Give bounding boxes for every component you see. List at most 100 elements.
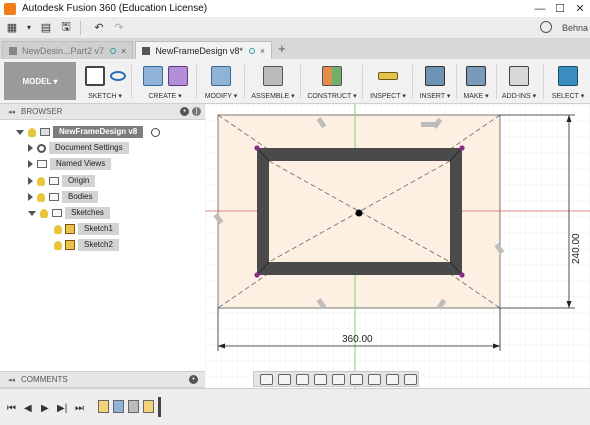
create-group[interactable]: CREATE ▾ bbox=[140, 59, 190, 104]
browser-header[interactable]: ◂◂ BROWSER • | bbox=[0, 104, 205, 120]
expand-icon[interactable] bbox=[28, 210, 36, 216]
assemble-group[interactable]: ASSEMBLE ▾ bbox=[250, 59, 296, 104]
user-name[interactable]: Behna bbox=[562, 17, 590, 39]
visibility-bulb-icon[interactable] bbox=[54, 224, 62, 234]
expand-icon[interactable] bbox=[28, 144, 33, 152]
modify-group[interactable]: MODIFY ▾ bbox=[203, 59, 239, 104]
grid-menu-dropdown-icon[interactable]: ▾ bbox=[24, 19, 34, 37]
insert-image-icon[interactable] bbox=[425, 66, 445, 86]
timeline-sketch-icon[interactable] bbox=[98, 400, 109, 413]
create-sketch-icon[interactable] bbox=[84, 66, 105, 86]
step-back-icon[interactable]: ◀ bbox=[24, 403, 32, 414]
tree-item-origin[interactable]: Origin bbox=[28, 174, 96, 188]
tree-item-bodies[interactable]: Bodies bbox=[28, 190, 99, 204]
close-tab-icon[interactable]: × bbox=[260, 46, 265, 56]
dimension-height-label[interactable]: 240.00 bbox=[571, 233, 582, 264]
folder-icon bbox=[37, 160, 47, 168]
grid-settings-icon[interactable] bbox=[386, 373, 399, 385]
add-ins-group[interactable]: ADD-INS ▾ bbox=[500, 59, 538, 104]
close-icon[interactable]: ✕ bbox=[570, 0, 590, 17]
3d-print-icon[interactable] bbox=[466, 66, 486, 86]
quick-access-toolbar: ▦ ▾ ▤ 🖫 ↶ ↷ Behna bbox=[0, 17, 590, 39]
file-menu-icon[interactable]: ▤ bbox=[38, 19, 54, 37]
pin-icon[interactable]: | bbox=[192, 107, 201, 116]
redo-icon[interactable]: ↷ bbox=[111, 19, 127, 37]
pan-icon[interactable] bbox=[296, 373, 309, 385]
zoom-icon[interactable] bbox=[314, 373, 327, 385]
visibility-bulb-icon[interactable] bbox=[40, 208, 48, 218]
go-to-end-icon[interactable]: ⏭ bbox=[75, 403, 84, 414]
scripts-icon[interactable] bbox=[509, 66, 529, 86]
step-forward-icon[interactable]: ▶| bbox=[57, 403, 67, 414]
expand-icon[interactable] bbox=[16, 129, 24, 135]
make-group[interactable]: MAKE ▾ bbox=[460, 59, 492, 104]
go-to-start-icon[interactable]: ⏮ bbox=[7, 403, 16, 414]
canvas-drawing[interactable]: 360.00 240.00 bbox=[205, 104, 590, 388]
maximize-icon[interactable]: ☐ bbox=[550, 0, 570, 17]
grid-menu-icon[interactable]: ▦ bbox=[4, 19, 20, 37]
timeline-marker[interactable] bbox=[158, 397, 161, 417]
origin-point[interactable] bbox=[355, 209, 363, 217]
fit-icon[interactable] bbox=[332, 373, 345, 385]
comments-menu-icon[interactable]: • bbox=[189, 375, 198, 384]
zoom-window-icon[interactable] bbox=[350, 373, 363, 385]
comments-panel-header[interactable]: ◂◂ COMMENTS • bbox=[0, 371, 205, 388]
tree-root[interactable]: NewFrameDesign v8 bbox=[16, 125, 161, 139]
tree-item-named-views[interactable]: Named Views bbox=[28, 157, 112, 171]
workspace-switcher[interactable]: MODEL ▾ bbox=[4, 62, 76, 100]
job-status-icon[interactable] bbox=[540, 21, 552, 33]
timeline-extrude-icon[interactable] bbox=[113, 400, 124, 413]
joint-icon[interactable] bbox=[263, 66, 283, 86]
tree-item-sketch2[interactable]: Sketch2 bbox=[50, 238, 119, 252]
expand-icon[interactable] bbox=[28, 160, 33, 168]
tree-item-document-settings[interactable]: Document Settings bbox=[28, 141, 129, 155]
sketch-point[interactable] bbox=[254, 145, 260, 151]
tab-document-2[interactable]: NewFrameDesign v8* × bbox=[135, 41, 273, 59]
dimension-width-label[interactable]: 360.00 bbox=[342, 334, 373, 345]
undo-icon[interactable]: ↶ bbox=[91, 19, 107, 37]
inspect-group[interactable]: INSPECT ▾ bbox=[368, 59, 408, 104]
visibility-bulb-icon[interactable] bbox=[37, 192, 45, 202]
collapse-icon[interactable]: ◂◂ bbox=[8, 376, 15, 384]
browser-menu-icon[interactable]: • bbox=[180, 107, 189, 116]
design-canvas[interactable]: 360.00 240.00 bbox=[205, 104, 590, 388]
activate-radio-icon[interactable] bbox=[151, 127, 161, 137]
visibility-bulb-icon[interactable] bbox=[37, 176, 45, 186]
select-cursor-icon[interactable] bbox=[558, 66, 578, 86]
measure-icon[interactable] bbox=[378, 72, 398, 80]
new-tab-icon[interactable]: + bbox=[278, 41, 286, 59]
orbit-icon[interactable] bbox=[260, 373, 273, 385]
tree-item-sketch1[interactable]: Sketch1 bbox=[50, 222, 119, 236]
expand-icon[interactable] bbox=[28, 193, 33, 201]
select-group[interactable]: SELECT ▾ bbox=[549, 59, 587, 104]
visibility-bulb-icon[interactable] bbox=[54, 240, 62, 250]
timeline-feature-icon[interactable] bbox=[128, 400, 139, 413]
save-icon[interactable]: 🖫 bbox=[58, 19, 74, 37]
tree-item-sketches[interactable]: Sketches bbox=[28, 206, 110, 220]
separator bbox=[362, 65, 363, 99]
offset-plane-icon[interactable] bbox=[322, 66, 342, 86]
display-settings-icon[interactable] bbox=[368, 373, 381, 385]
viewports-icon[interactable] bbox=[404, 373, 417, 385]
timeline-sketch-icon[interactable] bbox=[143, 400, 154, 413]
document-icon bbox=[9, 46, 17, 55]
tab-document-1[interactable]: NewDesin...Part2 v7 × bbox=[2, 41, 134, 59]
visibility-bulb-icon[interactable] bbox=[28, 127, 36, 137]
minimize-icon[interactable]: — bbox=[530, 0, 550, 17]
insert-group[interactable]: INSERT ▾ bbox=[417, 59, 453, 104]
sketch-point[interactable] bbox=[459, 272, 465, 278]
construct-group[interactable]: CONSTRUCT ▾ bbox=[306, 59, 358, 104]
extrude-icon[interactable] bbox=[142, 66, 163, 86]
press-pull-icon[interactable] bbox=[211, 66, 231, 86]
collapse-icon[interactable]: ◂◂ bbox=[8, 108, 15, 116]
sketch-icon bbox=[65, 240, 75, 250]
expand-icon[interactable] bbox=[28, 177, 33, 185]
play-icon[interactable]: ▶ bbox=[41, 403, 49, 414]
close-tab-icon[interactable]: × bbox=[121, 46, 126, 56]
sketch-point[interactable] bbox=[254, 272, 260, 278]
sketch-point[interactable] bbox=[459, 145, 465, 151]
sketch-group[interactable]: SKETCH ▾ bbox=[82, 59, 128, 104]
look-at-icon[interactable] bbox=[278, 373, 291, 385]
form-icon[interactable] bbox=[167, 66, 188, 86]
spline-icon[interactable] bbox=[109, 71, 126, 81]
